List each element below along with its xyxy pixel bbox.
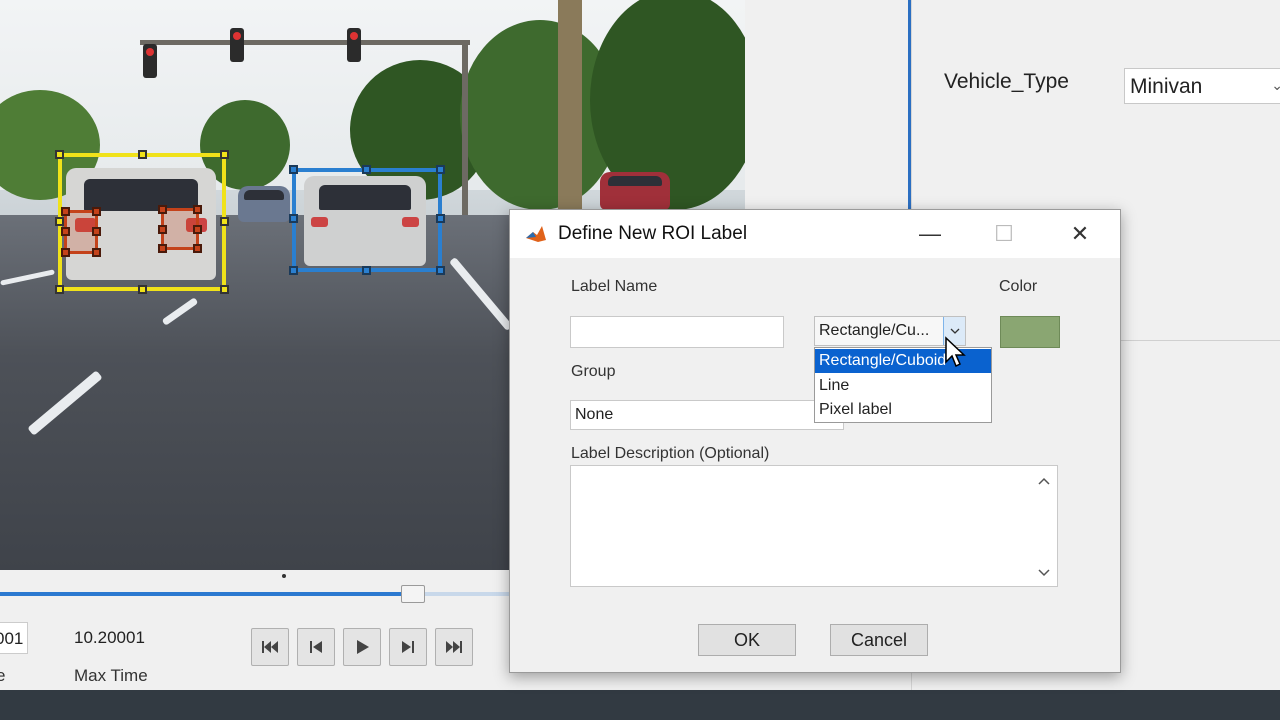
close-icon: ✕ [1070, 221, 1090, 246]
last-frame-button[interactable] [435, 628, 473, 666]
ok-button[interactable]: OK [698, 624, 796, 656]
dialog-titlebar[interactable]: Define New ROI Label — ☐ ✕ [510, 210, 1120, 258]
dialog-title: Define New ROI Label [558, 223, 748, 244]
roi-type-option[interactable]: Line [815, 374, 991, 398]
next-frame-button[interactable] [389, 628, 427, 666]
taskbar [0, 690, 1280, 720]
color-caption: Color [999, 278, 1038, 295]
signal-pole [462, 40, 468, 215]
dialog-body: Label Name Rectangle/Cu... Color Group N… [510, 258, 1120, 672]
time-slider-fill [0, 592, 414, 596]
maximize-button[interactable]: ☐ [982, 216, 1026, 252]
description-textarea[interactable] [570, 465, 1058, 587]
max-time-label: Max Time [74, 666, 148, 685]
traffic-light [230, 28, 244, 62]
car [600, 172, 670, 210]
scroll-up-icon[interactable] [1035, 472, 1053, 490]
car [238, 186, 290, 222]
utility-pole [558, 0, 582, 215]
minimize-button[interactable]: — [908, 216, 952, 252]
step-back-icon [310, 641, 322, 653]
first-frame-button[interactable] [251, 628, 289, 666]
play-icon [357, 640, 369, 654]
signal-pole [140, 40, 470, 45]
cancel-button[interactable]: Cancel [830, 624, 928, 656]
skip-to-start-icon [262, 641, 278, 653]
slider-marker [282, 574, 286, 578]
play-button[interactable] [343, 628, 381, 666]
define-roi-label-dialog: Define New ROI Label — ☐ ✕ Label Name Re… [509, 209, 1121, 673]
traffic-light [347, 28, 361, 62]
group-caption: Group [571, 363, 616, 380]
roi-type-selected: Rectangle/Cu... [819, 322, 930, 339]
attribute-value-text: Minivan [1130, 75, 1203, 98]
group-select[interactable]: None [570, 400, 844, 430]
roi-rectangle-blue[interactable] [289, 165, 445, 275]
playback-controls: 001 10.20001 e Max Time [0, 570, 510, 690]
skip-to-end-icon [446, 641, 462, 653]
mouse-cursor-icon [945, 336, 966, 368]
attribute-name-label: Vehicle_Type [944, 70, 1069, 93]
current-time-field[interactable]: 001 [0, 622, 28, 654]
group-selected: None [575, 406, 614, 423]
time-slider-thumb[interactable] [401, 585, 426, 603]
current-time-label: e [0, 666, 6, 685]
step-forward-icon [402, 641, 414, 653]
traffic-light [143, 44, 157, 78]
color-swatch-button[interactable] [1000, 316, 1060, 348]
label-name-input[interactable] [570, 316, 784, 348]
close-button[interactable]: ✕ [1058, 216, 1102, 252]
minimize-icon: — [919, 221, 941, 246]
matlab-icon [524, 222, 548, 246]
roi-type-option[interactable]: Pixel label [815, 398, 991, 422]
roi-rectangle-orange[interactable] [61, 207, 101, 257]
scroll-down-icon[interactable] [1035, 564, 1053, 582]
chevron-down-icon: ⌄ [1271, 77, 1280, 93]
description-caption: Label Description (Optional) [571, 445, 770, 462]
label-name-caption: Label Name [571, 278, 658, 295]
attribute-value-select[interactable]: Minivan ⌄ [1124, 68, 1280, 104]
previous-frame-button[interactable] [297, 628, 335, 666]
maximize-icon: ☐ [994, 221, 1014, 246]
roi-rectangle-orange[interactable] [158, 205, 202, 253]
max-time-value: 10.20001 [74, 628, 145, 647]
